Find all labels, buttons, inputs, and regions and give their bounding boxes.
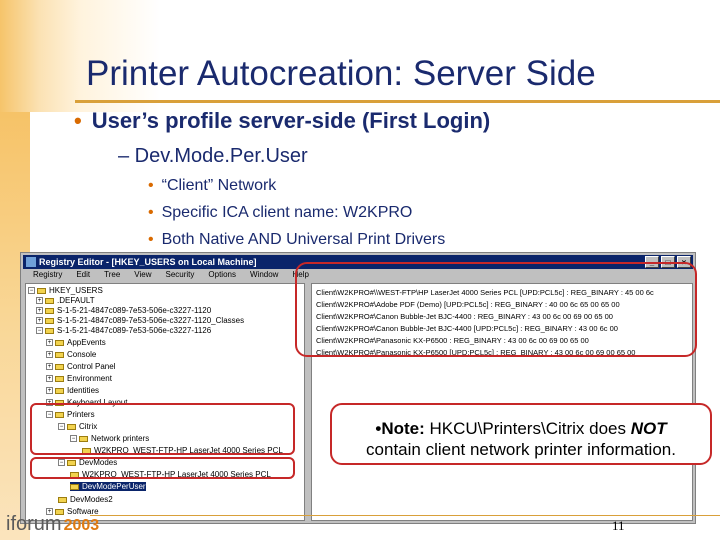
collapse-icon[interactable]: − bbox=[36, 327, 43, 335]
sub-bullet-3: • Both Native AND Universal Print Drivers bbox=[148, 231, 445, 249]
note-label: •Note: bbox=[375, 419, 425, 438]
menu-edit[interactable]: Edit bbox=[76, 270, 90, 282]
folder-icon bbox=[70, 483, 79, 490]
bullet-level-2: – Dev.Mode.Per.User bbox=[118, 145, 308, 167]
sub-bullet-text: Both Native AND Universal Print Drivers bbox=[161, 231, 446, 248]
tree-label: S-1-5-21-4847c089-7e53-506e-c3227-1120 bbox=[57, 306, 212, 315]
bullet-dot: • bbox=[148, 177, 154, 194]
selected-key-highlight-outline bbox=[30, 457, 295, 479]
regedit-app-icon bbox=[26, 257, 36, 267]
folder-icon bbox=[45, 317, 54, 324]
tree-item[interactable]: − HKEY_USERS bbox=[28, 286, 103, 295]
note-text: HKCU\Printers\Citrix does bbox=[424, 419, 631, 438]
tree-label: Environment bbox=[67, 374, 112, 383]
slide-title: Printer Autocreation: Server Side bbox=[86, 54, 596, 93]
note-emphasis: NOT bbox=[630, 419, 667, 438]
tree-item[interactable]: + S-1-5-21-4847c089-7e53-506e-c3227-1120 bbox=[36, 306, 211, 315]
tree-item[interactable]: + Console bbox=[46, 350, 96, 359]
collapse-icon[interactable]: − bbox=[28, 287, 35, 295]
bullet-dot: • bbox=[148, 204, 154, 221]
menu-registry[interactable]: Registry bbox=[33, 270, 62, 282]
tree-item[interactable]: + Identities bbox=[46, 386, 99, 395]
tree-item[interactable]: + .DEFAULT bbox=[36, 296, 95, 305]
title-divider bbox=[75, 100, 720, 103]
tree-label: DevModes2 bbox=[70, 495, 113, 504]
expand-icon[interactable]: + bbox=[46, 387, 53, 395]
sub-bullet-text: “Client” Network bbox=[161, 177, 277, 194]
tree-label: .DEFAULT bbox=[57, 296, 95, 305]
note-text-line2: contain client network printer informati… bbox=[366, 440, 676, 459]
expand-icon[interactable]: + bbox=[46, 363, 53, 371]
note-callout: •Note: HKCU\Printers\Citrix does NOT con… bbox=[330, 403, 712, 465]
folder-icon bbox=[55, 363, 64, 370]
folder-icon bbox=[55, 387, 64, 394]
tree-label: Console bbox=[67, 350, 97, 359]
expand-icon[interactable]: + bbox=[46, 375, 53, 383]
folder-icon bbox=[37, 287, 46, 294]
expand-icon[interactable]: + bbox=[36, 307, 43, 315]
tree-item[interactable]: DevModes2 bbox=[58, 495, 113, 504]
sub-bullet-text: Specific ICA client name: W2KPRO bbox=[161, 204, 413, 221]
menu-window[interactable]: Window bbox=[250, 270, 278, 282]
tree-item[interactable]: + Control Panel bbox=[46, 362, 115, 371]
tree-label: Control Panel bbox=[67, 362, 116, 371]
tree-label: S-1-5-21-4847c089-7e53-506e-c3227-1120_C… bbox=[57, 316, 245, 325]
expand-icon[interactable]: + bbox=[36, 317, 43, 325]
tree-label: Identities bbox=[67, 386, 100, 395]
menu-tree[interactable]: Tree bbox=[104, 270, 120, 282]
registry-tree-pane[interactable]: − HKEY_USERS + .DEFAULT + S-1-5-21-4847c089… bbox=[25, 283, 305, 521]
folder-icon bbox=[55, 375, 64, 382]
tree-label: HKEY_USERS bbox=[49, 286, 103, 295]
menu-view[interactable]: View bbox=[134, 270, 151, 282]
logo-year: 2003 bbox=[63, 517, 100, 534]
folder-icon bbox=[45, 307, 54, 314]
page-number: 11 bbox=[612, 518, 625, 533]
tree-item[interactable]: − S-1-5-21-4847c089-7e53-506e-c3227-1126 bbox=[36, 326, 211, 335]
menu-security[interactable]: Security bbox=[166, 270, 195, 282]
iforum-logo: iforum 2003 bbox=[6, 513, 99, 536]
expand-icon[interactable]: + bbox=[46, 351, 53, 359]
bullet-dot: • bbox=[74, 108, 82, 133]
folder-icon bbox=[55, 339, 64, 346]
folder-icon bbox=[45, 327, 54, 334]
tree-item[interactable]: + AppEvents bbox=[46, 338, 106, 347]
expand-icon[interactable]: + bbox=[36, 297, 43, 305]
footer-divider bbox=[90, 515, 720, 516]
bullet-text: User’s profile server-side (First Login) bbox=[91, 108, 491, 133]
menu-bar: Registry Edit Tree View Security Options… bbox=[25, 270, 309, 282]
tree-highlight-outline bbox=[30, 403, 295, 455]
expand-icon[interactable]: + bbox=[46, 339, 53, 347]
tree-item[interactable]: + S-1-5-21-4847c089-7e53-506e-c3227-1120_… bbox=[36, 316, 244, 325]
bullet-level-1: • User’s profile server-side (First Login… bbox=[74, 108, 490, 134]
tree-label: S-1-5-21-4847c089-7e53-506e-c3227-1126 bbox=[57, 326, 212, 335]
bullet-dot: • bbox=[148, 231, 154, 248]
tree-item-selected[interactable]: DevModePerUser bbox=[70, 482, 146, 491]
folder-icon bbox=[58, 496, 67, 503]
tree-label: DevModePerUser bbox=[82, 482, 146, 491]
logo-text: iforum bbox=[6, 513, 62, 535]
folder-icon bbox=[45, 297, 54, 304]
sub-bullet-1: • “Client” Network bbox=[148, 177, 276, 195]
sub-bullet-2: • Specific ICA client name: W2KPRO bbox=[148, 204, 412, 222]
menu-options[interactable]: Options bbox=[208, 270, 236, 282]
values-highlight-outline bbox=[295, 262, 697, 357]
tree-item[interactable]: + Environment bbox=[46, 374, 112, 383]
folder-icon bbox=[55, 351, 64, 358]
window-title: Registry Editor - [HKEY_USERS on Local M… bbox=[39, 257, 257, 267]
tree-label: AppEvents bbox=[67, 338, 106, 347]
